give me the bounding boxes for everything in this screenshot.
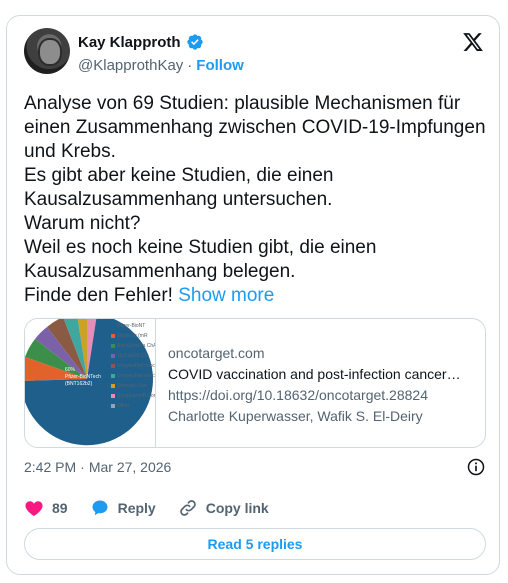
legend-swatch: [111, 394, 115, 398]
pie-label-pct: 60%: [65, 367, 76, 373]
link-domain: oncotarget.com: [168, 345, 265, 361]
link-thumbnail: 60% Pfizer-BioNTech (BNT162b2) Pfizer-Bi…: [25, 319, 156, 447]
legend-swatch: [111, 324, 115, 328]
pie-label-line1: Pfizer-BioNTech: [65, 374, 101, 380]
legend-swatch: [111, 404, 115, 408]
copy-link-label: Copy link: [205, 500, 269, 516]
author-display-name[interactable]: Kay Klapproth: [78, 34, 181, 51]
tweet-body: Analyse von 69 Studien: plausible Mechan…: [24, 93, 486, 306]
author-handle-row: @KlapprothKay · Follow: [78, 57, 244, 74]
show-more-link[interactable]: Show more: [178, 285, 274, 306]
follow-button[interactable]: Follow: [196, 57, 244, 74]
legend-label: Sinopharm/B CorV: [117, 393, 155, 399]
link-preview-card[interactable]: 60% Pfizer-BioNTech (BNT162b2) Pfizer-Bi…: [24, 318, 486, 448]
tweet-date[interactable]: Mar 27, 2026: [89, 459, 172, 475]
author-handle[interactable]: @KlapprothKay: [78, 57, 183, 74]
legend-swatch: [111, 374, 115, 378]
tweet-card: Kay Klapproth @KlapprothKay · Follow Ana…: [6, 15, 500, 575]
verified-badge-icon: [186, 34, 203, 50]
heart-icon: [25, 501, 43, 516]
reply-bubble-icon: [92, 500, 108, 516]
avatar-face: [38, 38, 62, 66]
legend-item: Sinovac/ Con: [111, 383, 155, 390]
link-authors: Charlotte Kuperwasser, Wafik S. El-Deiry: [168, 408, 423, 424]
thumbnail-legend: Pfizer-BioNT Moderna (mR AstraZeneca ChAdO…: [111, 323, 155, 413]
reply-button[interactable]: Reply: [90, 498, 156, 518]
legend-label: AstraZeneca ChAdOx1/Cor: [117, 343, 155, 349]
legend-item: Sinopharm/B CorV: [111, 393, 155, 400]
legend-item: Pfizer-BioNT: [111, 323, 155, 330]
legend-label: Moderna (mR: [117, 333, 148, 339]
like-count: 89: [52, 500, 68, 516]
legend-label: Unspecified vaccine: [117, 373, 155, 379]
legend-item: Other: [111, 403, 155, 410]
legend-item: Unspecified vaccine type not spe: [111, 363, 155, 370]
legend-label: J&J/ Ad26.CO: [117, 353, 149, 359]
legend-label: Unspecified vaccine type not spe: [117, 363, 155, 369]
legend-swatch: [111, 364, 115, 368]
action-bar: 89 Reply Copy link: [24, 498, 291, 518]
legend-swatch: [111, 384, 115, 388]
tweet-text: Analyse von 69 Studien: plausible Mechan…: [24, 92, 486, 308]
legend-item: Moderna (mR: [111, 333, 155, 340]
info-icon[interactable]: [466, 457, 486, 477]
legend-swatch: [111, 344, 115, 348]
legend-label: Pfizer-BioNT: [117, 323, 146, 329]
author-name-row: Kay Klapproth: [78, 33, 204, 51]
link-icon: [179, 500, 196, 516]
legend-label: Sinovac/ Con: [117, 383, 147, 389]
legend-label: Other: [117, 403, 130, 409]
avatar[interactable]: [24, 28, 70, 74]
tweet-meta-row: 2:42 PM · Mar 27, 2026: [24, 457, 486, 477]
tweet-time[interactable]: 2:42 PM: [24, 459, 76, 475]
copy-link-button[interactable]: Copy link: [178, 498, 269, 518]
read-replies-button[interactable]: Read 5 replies: [24, 528, 486, 560]
legend-swatch: [111, 354, 115, 358]
meta-separator: ·: [80, 459, 85, 475]
link-title: COVID vaccination and post-infection can…: [168, 366, 461, 382]
link-url: https://doi.org/10.18632/oncotarget.2882…: [168, 387, 428, 403]
legend-item: J&J/ Ad26.CO: [111, 353, 155, 360]
legend-item: AstraZeneca ChAdOx1/Cor: [111, 343, 155, 350]
legend-swatch: [111, 334, 115, 338]
reply-label: Reply: [117, 500, 156, 516]
handle-separator: ·: [187, 57, 193, 74]
link-preview-body: oncotarget.com COVID vaccination and pos…: [168, 343, 478, 427]
pie-label-line2: (BNT162b2): [65, 381, 93, 387]
legend-item: Unspecified vaccine: [111, 373, 155, 380]
x-logo-icon[interactable]: [462, 31, 484, 53]
like-button[interactable]: 89: [24, 498, 68, 518]
